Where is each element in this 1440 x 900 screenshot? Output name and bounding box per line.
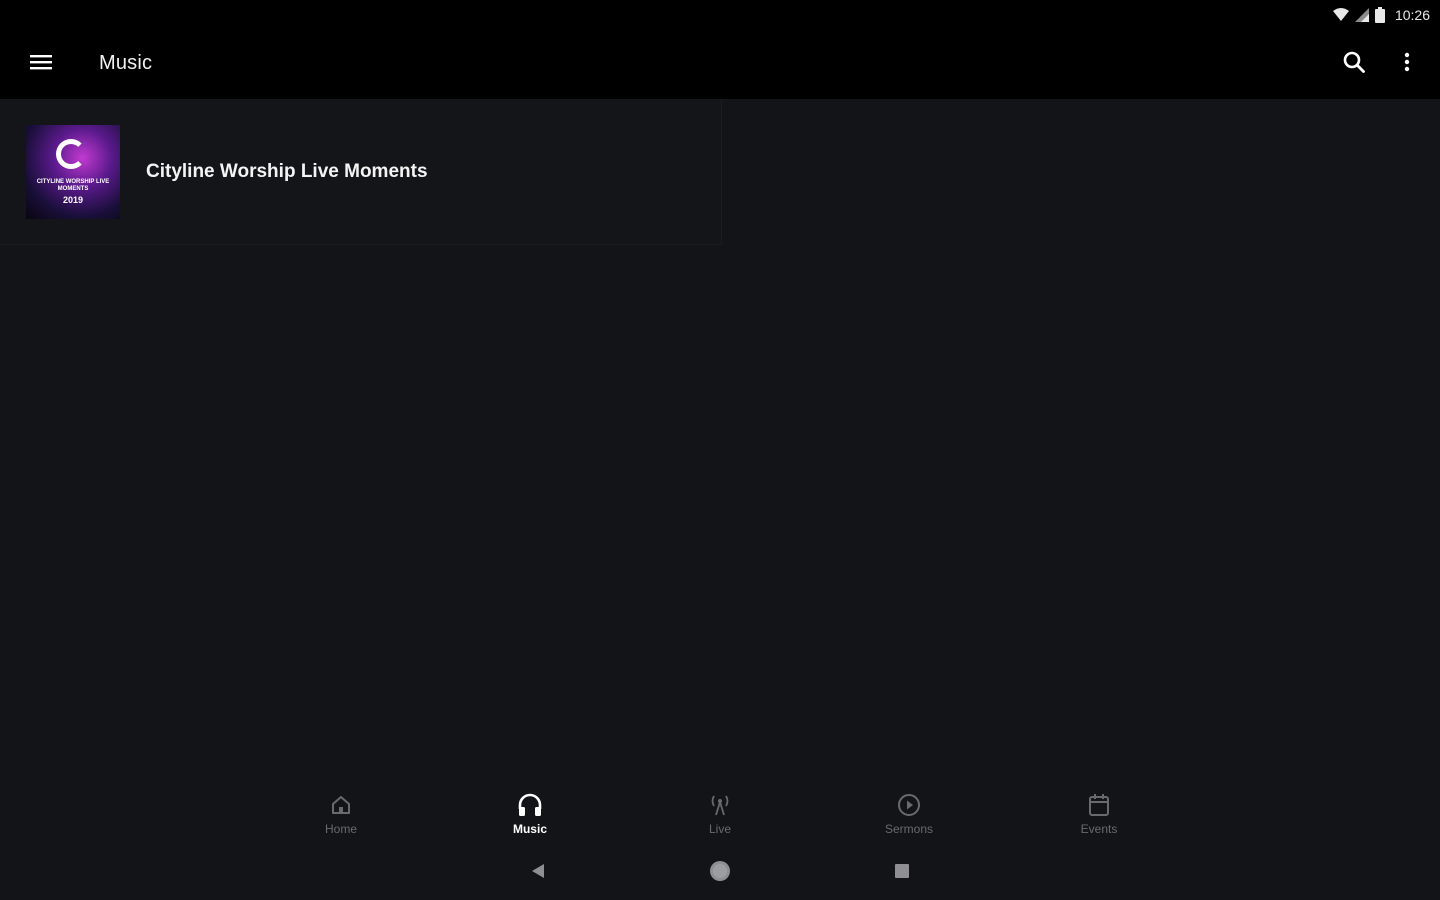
calendar-icon bbox=[1088, 790, 1110, 820]
album-art-text: CITYLINE WORSHIP LIVE MOMENTS bbox=[36, 179, 110, 192]
battery-icon bbox=[1374, 7, 1385, 23]
album-title: Cityline Worship Live Moments bbox=[146, 161, 428, 182]
search-button[interactable] bbox=[1335, 46, 1373, 82]
page-title: Music bbox=[99, 52, 153, 74]
system-nav bbox=[0, 846, 1440, 900]
album-card[interactable]: CITYLINE WORSHIP LIVE MOMENTS 2019 Cityl… bbox=[0, 99, 722, 245]
signal-icon bbox=[1354, 8, 1369, 22]
recents-icon bbox=[895, 863, 909, 883]
back-button[interactable] bbox=[518, 858, 558, 888]
nav-label-music: Music bbox=[512, 822, 547, 836]
nav-label-sermons: Sermons bbox=[884, 822, 934, 836]
nav-label-events: Events bbox=[1080, 822, 1118, 836]
home-circle-icon bbox=[709, 860, 731, 887]
more-options-button[interactable] bbox=[1390, 46, 1424, 82]
more-vert-icon bbox=[1404, 52, 1410, 77]
album-logo bbox=[56, 139, 86, 169]
wifi-icon bbox=[1332, 8, 1349, 22]
antenna-icon bbox=[708, 790, 732, 820]
home-icon bbox=[330, 790, 352, 820]
back-icon bbox=[531, 863, 545, 884]
nav-item-home[interactable]: Home bbox=[296, 790, 386, 846]
menu-icon bbox=[30, 53, 52, 76]
music-content: CITYLINE WORSHIP LIVE MOMENTS 2019 Cityl… bbox=[0, 99, 1440, 756]
nav-item-sermons[interactable]: Sermons bbox=[864, 790, 954, 846]
system-home-button[interactable] bbox=[700, 858, 740, 888]
nav-item-live[interactable]: Live bbox=[675, 790, 765, 846]
nav-label-home: Home bbox=[324, 822, 357, 836]
album-art-year: 2019 bbox=[62, 195, 84, 205]
nav-item-music[interactable]: Music bbox=[485, 790, 575, 846]
nav-item-events[interactable]: Events bbox=[1054, 790, 1144, 846]
app-bar: Music bbox=[0, 30, 1440, 99]
headphones-icon bbox=[517, 790, 543, 820]
status-time: 10:26 bbox=[1394, 7, 1430, 23]
album-art: CITYLINE WORSHIP LIVE MOMENTS 2019 bbox=[26, 125, 120, 219]
nav-label-live: Live bbox=[708, 822, 731, 836]
play-circle-icon bbox=[897, 790, 921, 820]
bottom-nav: Home Music Live Sermons Events bbox=[0, 780, 1440, 846]
menu-button[interactable] bbox=[22, 46, 60, 82]
status-bar: 10:26 bbox=[0, 0, 1440, 30]
search-icon bbox=[1343, 51, 1365, 78]
recents-button[interactable] bbox=[882, 858, 922, 888]
